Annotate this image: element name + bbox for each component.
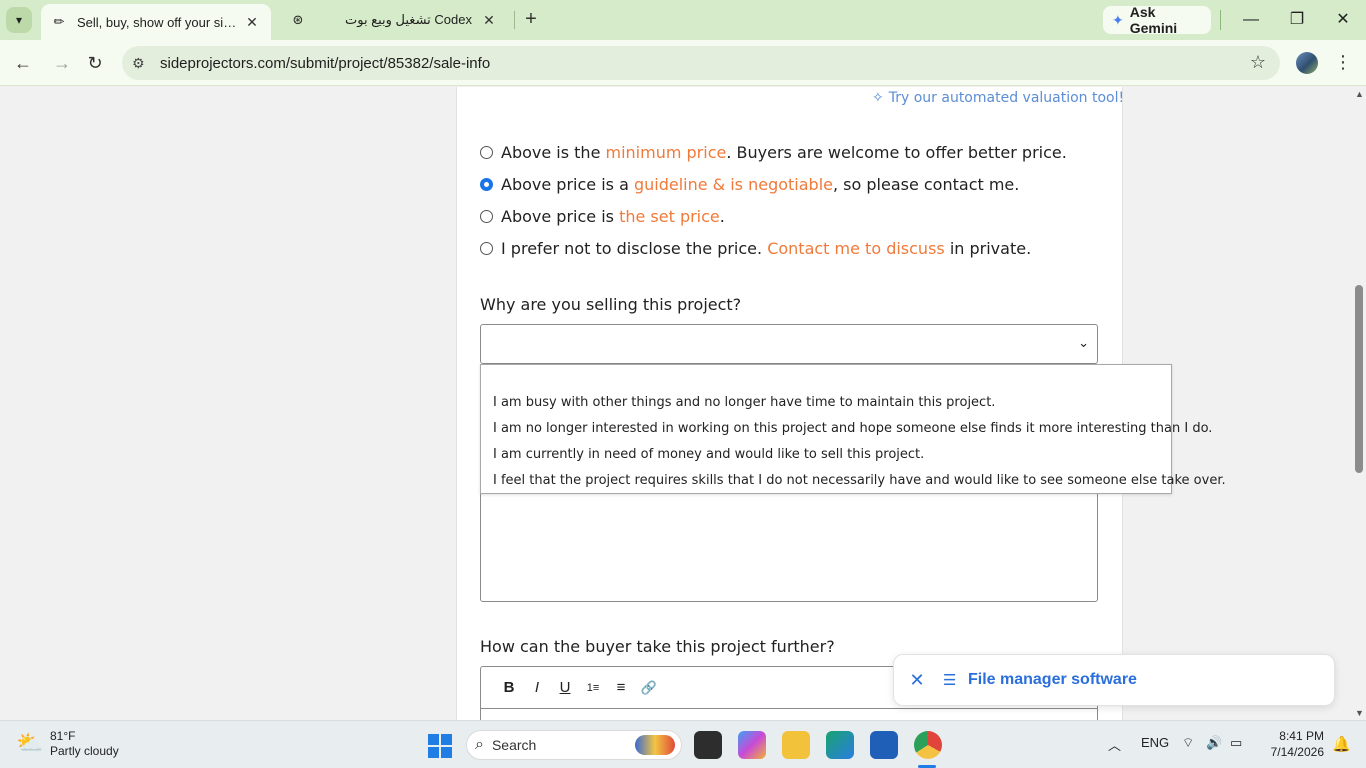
file-explorer-icon[interactable] xyxy=(782,731,810,759)
tab-codex[interactable]: ⊛ تشغيل وبيع بوت Codex ✕ xyxy=(280,4,508,36)
tray-overflow-icon[interactable]: ︿ xyxy=(1108,735,1121,754)
option-text: I prefer not to disclose the price. Cont… xyxy=(501,238,1032,258)
ask-gemini-label: Ask Gemini xyxy=(1129,4,1178,36)
search-icon: ⌕ xyxy=(475,736,484,753)
copilot-icon[interactable] xyxy=(738,731,766,759)
search-highlight-icon xyxy=(635,735,675,755)
browser-menu-icon[interactable]: ⋮ xyxy=(1334,51,1352,73)
radio-button-checked[interactable] xyxy=(480,177,493,191)
scrollbar-thumb[interactable] xyxy=(1355,285,1363,473)
price-option-negotiable[interactable]: Above price is a guideline & is negotiab… xyxy=(480,172,1019,196)
option-text: Above price is a guideline & is negotiab… xyxy=(501,174,1020,194)
reload-icon: ↻ xyxy=(87,53,103,73)
dropdown-option[interactable]: I feel that the project requires skills … xyxy=(493,468,1226,494)
arrow-right-icon: → xyxy=(53,53,71,73)
back-button[interactable]: ← xyxy=(11,51,35,75)
windows-logo-icon xyxy=(428,734,439,745)
dropdown-option[interactable]: I am no longer interested in working on … xyxy=(493,416,1212,442)
page-scrollbar[interactable]: ▲ ▼ xyxy=(1352,87,1366,720)
language-indicator[interactable]: ENG xyxy=(1141,735,1169,750)
battery-icon[interactable]: ▭ xyxy=(1230,735,1242,751)
openai-icon: ⊛ xyxy=(292,12,304,27)
price-option-set[interactable]: Above price is the set price. xyxy=(480,204,725,228)
clock[interactable]: 8:41 PM 7/14/2026 xyxy=(1264,728,1324,760)
why-selling-dropdown: I am busy with other things and no longe… xyxy=(480,364,1226,494)
radio-button[interactable] xyxy=(480,145,493,159)
dropdown-option[interactable]: I am currently in need of money and woul… xyxy=(493,442,924,468)
restore-button[interactable]: ❐ xyxy=(1282,8,1312,32)
why-selling-details-textarea[interactable] xyxy=(480,492,1098,602)
pencil-icon: ✏ xyxy=(53,14,65,29)
why-selling-select[interactable]: ⌄ xyxy=(480,324,1098,364)
chevron-down-icon: ▾ xyxy=(15,13,23,27)
ordered-list-button[interactable]: 1≡ xyxy=(579,682,607,694)
start-button[interactable] xyxy=(428,734,452,758)
divider xyxy=(1220,10,1221,30)
price-option-minimum[interactable]: Above is the minimum price. Buyers are w… xyxy=(480,140,1067,164)
search-placeholder: Search xyxy=(491,737,537,753)
reload-button[interactable]: ↻ xyxy=(83,51,107,75)
volume-icon[interactable]: 🔊 xyxy=(1206,735,1222,751)
chevron-down-icon: ⌄ xyxy=(1078,335,1089,350)
tab-search-button[interactable]: ▾ xyxy=(6,7,32,33)
close-icon[interactable]: ✕ xyxy=(909,670,925,691)
bullet-list-button[interactable]: ≡ xyxy=(607,679,635,696)
radio-button[interactable] xyxy=(480,209,493,223)
window-close-button[interactable]: ✕ xyxy=(1328,8,1358,32)
profile-avatar[interactable] xyxy=(1296,52,1318,74)
arrow-left-icon: ← xyxy=(14,53,32,73)
new-tab-button[interactable]: + xyxy=(519,8,543,32)
weather-temp: 81°F xyxy=(50,729,76,743)
tab-close-icon[interactable]: ✕ xyxy=(480,12,498,29)
gemini-icon: ✦ xyxy=(1112,11,1124,28)
radio-button[interactable] xyxy=(480,241,493,255)
price-option-private[interactable]: I prefer not to disclose the price. Cont… xyxy=(480,236,1031,260)
valuation-link[interactable]: ✧ Try our automated valuation tool! xyxy=(872,90,1124,106)
tab-divider xyxy=(514,11,515,29)
why-selling-label: Why are you selling this project? xyxy=(480,295,742,314)
ask-gemini-button[interactable]: ✦ Ask Gemini xyxy=(1103,4,1211,36)
minimize-button[interactable]: — xyxy=(1236,8,1266,32)
scroll-up-icon[interactable]: ▲ xyxy=(1355,89,1364,99)
weather-widget[interactable]: ⛅ 81°F Partly cloudy xyxy=(16,729,119,759)
dropdown-option[interactable]: I am busy with other things and no longe… xyxy=(493,390,995,416)
tab-title: تشغيل وبيع بوت Codex xyxy=(345,12,472,27)
task-view-icon[interactable] xyxy=(694,731,722,759)
site-info-icon[interactable]: ⚙ xyxy=(132,55,150,72)
partly-cloudy-icon: ⛅ xyxy=(16,730,44,755)
wifi-icon[interactable]: ⌔ xyxy=(1182,735,1194,751)
chrome-icon[interactable] xyxy=(914,731,942,759)
edge-icon[interactable] xyxy=(826,731,854,759)
address-bar[interactable]: ⚙ sideprojectors.com/submit/project/8538… xyxy=(122,46,1280,80)
document-icon: ☰ xyxy=(943,672,957,689)
url-text: sideprojectors.com/submit/project/85382/… xyxy=(160,54,491,72)
tab-sideprojectors[interactable]: ✏ Sell, buy, show off your side pro ✕ xyxy=(41,4,271,40)
weather-desc: Partly cloudy xyxy=(50,744,119,758)
scroll-down-icon[interactable]: ▼ xyxy=(1355,708,1364,718)
bookmark-star-icon[interactable]: ☆ xyxy=(1250,52,1266,73)
forward-button[interactable]: → xyxy=(50,51,74,75)
link-button[interactable]: 🔗 xyxy=(635,680,663,696)
valuation-link-text: Try our automated valuation tool! xyxy=(888,90,1125,106)
taskbar-search[interactable]: ⌕ Search xyxy=(466,730,682,760)
tab-strip: ▾ ✏ Sell, buy, show off your side pro ✕ … xyxy=(0,0,1366,40)
further-label: How can the buyer take this project furt… xyxy=(480,637,835,656)
tab-close-icon[interactable]: ✕ xyxy=(243,14,261,31)
option-text: Above is the minimum price. Buyers are w… xyxy=(501,142,1067,162)
italic-button[interactable]: I xyxy=(523,679,551,696)
tab-title: Sell, buy, show off your side pro xyxy=(77,14,243,30)
option-text: Above price is the set price. xyxy=(501,206,725,226)
toast-label[interactable]: File manager software xyxy=(968,671,1137,689)
underline-button[interactable]: U xyxy=(551,679,579,696)
sparkle-icon: ✧ xyxy=(872,90,884,106)
store-icon[interactable] xyxy=(870,731,898,759)
clock-date: 7/14/2026 xyxy=(1270,745,1324,759)
browser-toolbar: ← → ↻ ⚙ sideprojectors.com/submit/projec… xyxy=(0,40,1366,86)
notification-toast: ✕ ☰ File manager software xyxy=(893,654,1335,706)
notifications-icon[interactable]: 🔔 xyxy=(1332,735,1351,753)
bold-button[interactable]: B xyxy=(495,679,523,696)
windows-taskbar: ⛅ 81°F Partly cloudy ⌕ Search ︿ ENG ⌔ 🔊 … xyxy=(0,720,1366,768)
clock-time: 8:41 PM xyxy=(1279,729,1324,743)
